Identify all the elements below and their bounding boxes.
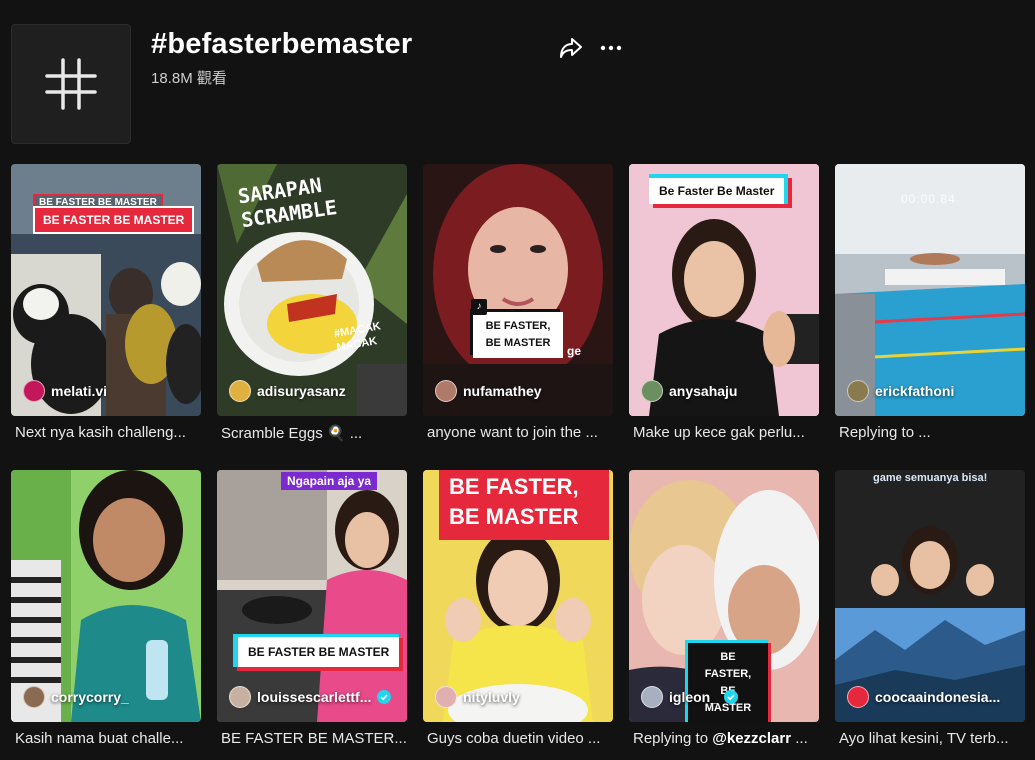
author-name: anysahaju — [669, 383, 738, 399]
avatar — [641, 380, 663, 402]
video-caption[interactable]: Next nya kasih challeng... — [15, 424, 201, 441]
video-thumbnail[interactable]: Ngapain aja ya BE FASTER BE MASTER louis… — [217, 470, 407, 722]
video-caption[interactable]: Replying to ... — [839, 424, 1025, 441]
video-author[interactable]: coocaaindonesia... — [847, 686, 1000, 708]
more-options-icon — [600, 45, 622, 51]
avatar — [847, 686, 869, 708]
avatar — [435, 686, 457, 708]
overlay-text: BE FASTER, BE MASTER — [473, 312, 563, 358]
overlay-text: BE FASTER, BE MASTER — [439, 470, 609, 540]
video-card[interactable]: SARAPAN SCRAMBLE #MACAK MACAK adisuryasa… — [217, 164, 407, 454]
verified-badge-icon — [377, 690, 392, 704]
video-thumbnail[interactable]: BE FASTER BE MASTER BE FASTER BE MASTER … — [11, 164, 201, 416]
video-caption[interactable]: Scramble Eggs 🍳 ... — [221, 424, 407, 442]
avatar — [641, 686, 663, 708]
hashtag-icon — [45, 58, 97, 110]
author-name: erickfathoni — [875, 383, 955, 399]
video-caption[interactable]: Replying to @kezzclarr ... — [633, 730, 819, 747]
author-name: melati.vi — [51, 383, 108, 399]
page-title: #befasterbemaster — [151, 28, 413, 60]
tag-header: #befasterbemaster 18.8M 觀看 — [0, 0, 1035, 160]
video-author[interactable]: anysahaju — [641, 380, 737, 402]
video-author[interactable]: louissescarlettf... — [229, 686, 392, 708]
video-thumbnail[interactable]: BE FASTER, BE MASTER igleon_ — [629, 470, 819, 722]
thumbnail-image — [423, 164, 613, 416]
video-caption[interactable]: anyone want to join the ... — [427, 424, 613, 441]
overlay-text: Be Faster Be Master — [649, 174, 789, 204]
video-thumbnail[interactable]: Be Faster Be Master anysahaju — [629, 164, 819, 416]
overlay-text: BE FASTER BE MASTER — [33, 206, 195, 234]
video-thumbnail[interactable]: corrycorry_ — [11, 470, 201, 722]
video-author[interactable]: adisuryasanz — [229, 380, 346, 402]
author-name: corrycorry_ — [51, 689, 129, 705]
thumbnail-image — [835, 470, 1025, 722]
overlay-text: BE FASTER BE MASTER — [233, 634, 400, 667]
video-thumbnail[interactable]: BE FASTER, BE MASTER nityluvly — [423, 470, 613, 722]
video-caption[interactable]: Ayo lihat kesini, TV terb... — [839, 730, 1025, 747]
video-author[interactable]: nityluvly — [435, 686, 520, 708]
video-caption[interactable]: BE FASTER BE MASTER... — [221, 730, 407, 747]
avatar — [23, 686, 45, 708]
verified-badge-icon — [724, 690, 739, 704]
thumbnail-image — [217, 470, 407, 722]
avatar — [229, 380, 251, 402]
avatar — [23, 380, 45, 402]
more-options-button[interactable] — [598, 36, 624, 60]
video-card[interactable]: Be Faster Be Master anysahaju Make up ke… — [629, 164, 819, 454]
avatar — [229, 686, 251, 708]
video-author[interactable]: nufamathey — [435, 380, 542, 402]
video-thumbnail[interactable]: game semuanya bisa! coocaaindonesia... — [835, 470, 1025, 722]
author-name: igleon_ — [669, 689, 719, 705]
thumbnail-image — [11, 470, 201, 722]
video-caption[interactable]: Make up kece gak perlu... — [633, 424, 819, 441]
share-icon — [560, 38, 582, 58]
overlay-top-text: game semuanya bisa! — [873, 472, 988, 484]
overlay-text: BE FASTER, BE MASTER — [685, 640, 768, 722]
avatar — [435, 380, 457, 402]
overlay-top-text: Ngapain aja ya — [281, 472, 378, 490]
overlay-end-text: ge — [567, 344, 582, 358]
author-name: nityluvly — [463, 689, 520, 705]
author-name: louissescarlettf... — [257, 689, 372, 705]
video-card[interactable]: corrycorry_ Kasih nama buat challe... — [11, 470, 201, 760]
video-caption[interactable]: Kasih nama buat challe... — [15, 730, 201, 747]
view-count: 18.8M 觀看 — [151, 70, 227, 87]
video-caption[interactable]: Guys coba duetin video ... — [427, 730, 613, 747]
video-card[interactable]: A ge BE FASTER, BE MASTER ♪ nufamathey a… — [423, 164, 613, 454]
avatar — [847, 380, 869, 402]
video-card[interactable]: Ngapain aja ya BE FASTER BE MASTER louis… — [217, 470, 407, 760]
share-button[interactable] — [558, 36, 584, 60]
caption-suffix: ... — [791, 730, 808, 747]
video-author[interactable]: igleon_ — [641, 686, 739, 708]
author-name: nufamathey — [463, 383, 542, 399]
video-card[interactable]: BE FASTER, BE MASTER nityluvly Guys coba… — [423, 470, 613, 760]
video-card[interactable]: BE FASTER BE MASTER BE FASTER BE MASTER … — [11, 164, 201, 454]
mention-link[interactable]: @kezzclarr — [712, 730, 791, 747]
overlay-text: 00:00.84 — [901, 192, 956, 206]
video-card[interactable]: 00:00.84 erickfathoni Replying to ... — [835, 164, 1025, 454]
video-card[interactable]: game semuanya bisa! coocaaindonesia... A… — [835, 470, 1025, 760]
tiktok-icon: ♪ — [471, 299, 487, 315]
video-author[interactable]: erickfathoni — [847, 380, 954, 402]
author-name: coocaaindonesia... — [875, 689, 1001, 705]
video-author[interactable]: melati.vi — [23, 380, 107, 402]
author-name: adisuryasanz — [257, 383, 346, 399]
video-thumbnail[interactable]: 00:00.84 erickfathoni — [835, 164, 1025, 416]
video-thumbnail[interactable]: A ge BE FASTER, BE MASTER ♪ nufamathey — [423, 164, 613, 416]
caption-prefix: Replying to — [633, 730, 713, 747]
video-author[interactable]: corrycorry_ — [23, 686, 129, 708]
video-thumbnail[interactable]: SARAPAN SCRAMBLE #MACAK MACAK adisuryasa… — [217, 164, 407, 416]
hashtag-avatar — [11, 24, 131, 144]
video-card[interactable]: BE FASTER, BE MASTER igleon_ Replying to… — [629, 470, 819, 760]
